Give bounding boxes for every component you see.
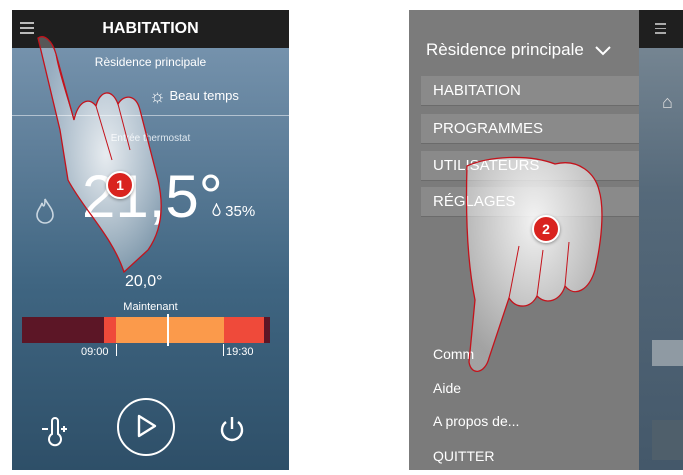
droplet-icon (212, 202, 225, 220)
menu-item-aide[interactable]: Aide (433, 380, 461, 396)
timeline-segment (116, 317, 224, 343)
time-tick (223, 344, 224, 356)
setpoint-temperature: 20,0° (125, 273, 163, 290)
timeline-segment (224, 317, 264, 343)
menu-item-habitation[interactable]: HABITATION (421, 76, 639, 106)
now-label: Maintenant (123, 301, 178, 313)
divider (12, 115, 289, 116)
power-button[interactable] (217, 414, 247, 449)
step-badge: 1 (106, 171, 134, 199)
boost-thermometer-button[interactable] (40, 417, 70, 454)
background-bar (652, 340, 683, 366)
menu-item-reglages[interactable]: RÉGLAGES (421, 187, 639, 217)
timeline-segment (104, 317, 116, 343)
menu-item-comm[interactable]: Comm (433, 346, 474, 362)
weather-label: Beau temps (169, 87, 239, 103)
weather-status: ☼ Beau temps (149, 86, 239, 107)
top-bar: HABITATION (12, 10, 289, 48)
timeline-segment (264, 317, 270, 343)
home-screen: HABITATION Rèsidence principale ☼ Beau te… (12, 10, 289, 470)
timeline-segment (22, 317, 104, 343)
residence-label: Rèsidence principale (426, 40, 584, 59)
power-icon (220, 417, 244, 442)
humidity-reading: 35% (212, 202, 256, 220)
humidity-value: 35% (225, 203, 256, 220)
now-marker (167, 314, 169, 346)
background-app (639, 10, 683, 470)
side-drawer: Rèsidence principale HABITATION PROGRAMM… (409, 10, 639, 470)
home-name[interactable]: Rèsidence principale (12, 55, 289, 69)
background-block (652, 420, 683, 460)
sun-icon: ☼ (149, 86, 166, 106)
time-end: 19:30 (226, 346, 254, 358)
chevron-down-icon (594, 41, 611, 61)
schedule-timeline[interactable] (22, 317, 270, 343)
step-badge: 2 (532, 215, 560, 243)
time-start: 09:00 (81, 346, 109, 358)
residence-selector[interactable]: Rèsidence principale (426, 40, 611, 61)
play-button[interactable] (117, 398, 175, 456)
current-temperature: 21,5° (82, 163, 223, 230)
menu-item-quitter[interactable]: QUITTER (433, 448, 494, 464)
menu-item-a-propos[interactable]: A propos de... (433, 413, 519, 429)
page-title: HABITATION (102, 20, 199, 37)
thermostat-label: Entrée thermostat (110, 133, 191, 144)
house-icon: ⌂ (662, 92, 673, 112)
menu-item-programmes[interactable]: PROGRAMMES (421, 114, 639, 144)
hamburger-menu-icon[interactable] (655, 23, 666, 34)
play-icon (137, 414, 157, 438)
menu-item-utilisateurs[interactable]: UTILISATEURS (421, 151, 639, 181)
flame-icon (36, 198, 54, 230)
time-tick (116, 344, 117, 356)
